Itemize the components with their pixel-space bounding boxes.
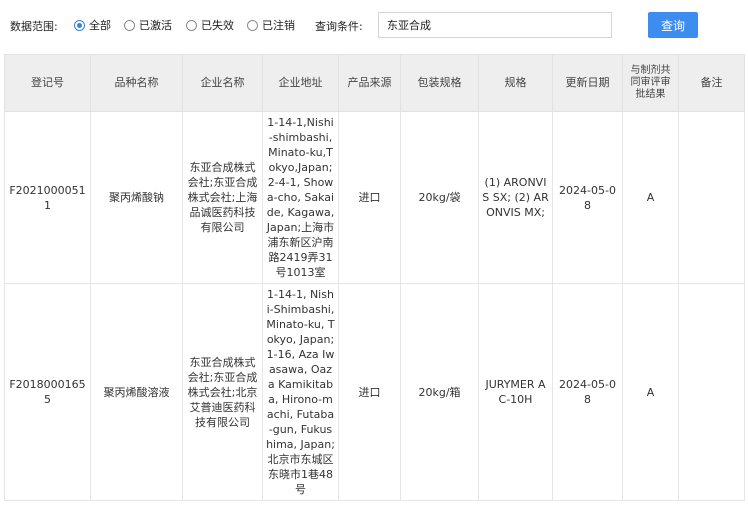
cell-date: 2024-05-08 bbox=[552, 111, 623, 284]
cell-address: 1-14-1,Nishi-shimbashi,Minato-ku,Tokyo,J… bbox=[262, 111, 339, 284]
radio-expired[interactable]: 已失效 bbox=[186, 17, 234, 33]
scope-label: 数据范围: bbox=[10, 20, 58, 33]
col-company: 企业名称 bbox=[182, 54, 263, 112]
radio-cancelled[interactable]: 已注销 bbox=[247, 17, 295, 33]
cell-remark bbox=[678, 283, 745, 501]
radio-all[interactable]: 全部 bbox=[74, 17, 111, 33]
col-remark: 备注 bbox=[678, 54, 745, 112]
radio-all-dot[interactable] bbox=[74, 19, 85, 31]
query-button[interactable]: 查询 bbox=[648, 12, 698, 38]
col-name: 品种名称 bbox=[90, 54, 183, 112]
cell-date: 2024-05-08 bbox=[552, 283, 623, 501]
col-spec: 规格 bbox=[478, 54, 553, 112]
col-result: 与制剂共同审评审批结果 bbox=[622, 54, 679, 112]
col-package: 包装规格 bbox=[400, 54, 479, 112]
cell-company: 东亚合成株式会社;东亚合成株式会社;上海品诚医药科技有限公司 bbox=[182, 111, 263, 284]
cell-address: 1-14-1, Nishi-Shimbashi, Minato-ku, Toky… bbox=[262, 283, 339, 501]
cell-company: 东亚合成株式会社;东亚合成株式会社;北京艾普迪医药科技有限公司 bbox=[182, 283, 263, 501]
cell-package: 20kg/袋 bbox=[400, 111, 479, 284]
col-date: 更新日期 bbox=[552, 54, 623, 112]
cell-spec: JURYMER AC-10H bbox=[478, 283, 553, 501]
cell-reg-no: F20210000511 bbox=[4, 111, 91, 284]
radio-expired-dot[interactable] bbox=[186, 19, 197, 31]
cell-remark bbox=[678, 111, 745, 284]
results-table: 登记号 品种名称 企业名称 企业地址 产品来源 包装规格 规格 更新日期 与制剂… bbox=[4, 54, 745, 501]
cell-name: 聚丙烯酸钠 bbox=[90, 111, 183, 284]
radio-activated[interactable]: 已激活 bbox=[124, 17, 172, 33]
cell-spec: (1) ARONVIS SX; (2) ARONVIS MX; bbox=[478, 111, 553, 284]
cell-source: 进口 bbox=[338, 283, 401, 501]
col-address: 企业地址 bbox=[262, 54, 339, 112]
cell-reg-no: F20180001655 bbox=[4, 283, 91, 501]
radio-expired-label: 已失效 bbox=[201, 19, 234, 32]
filter-bar: 数据范围: 全部 已激活 已失效 已注销 查询条件: 查询 bbox=[0, 0, 748, 50]
table-header-row: 登记号 品种名称 企业名称 企业地址 产品来源 包装规格 规格 更新日期 与制剂… bbox=[4, 54, 745, 112]
col-reg-no: 登记号 bbox=[4, 54, 91, 112]
radio-all-label: 全部 bbox=[89, 19, 111, 32]
radio-cancelled-dot[interactable] bbox=[247, 19, 258, 31]
search-input[interactable] bbox=[378, 12, 612, 38]
radio-activated-dot[interactable] bbox=[124, 19, 135, 31]
cell-package: 20kg/箱 bbox=[400, 283, 479, 501]
query-label: 查询条件: bbox=[315, 20, 363, 33]
table-row: F20210000511 聚丙烯酸钠 东亚合成株式会社;东亚合成株式会社;上海品… bbox=[4, 111, 745, 284]
cell-result: A bbox=[622, 283, 679, 501]
cell-name: 聚丙烯酸溶液 bbox=[90, 283, 183, 501]
cell-source: 进口 bbox=[338, 111, 401, 284]
radio-activated-label: 已激活 bbox=[139, 19, 172, 32]
cell-result: A bbox=[622, 111, 679, 284]
table-row: F20180001655 聚丙烯酸溶液 东亚合成株式会社;东亚合成株式会社;北京… bbox=[4, 283, 745, 501]
radio-cancelled-label: 已注销 bbox=[262, 19, 295, 32]
col-source: 产品来源 bbox=[338, 54, 401, 112]
